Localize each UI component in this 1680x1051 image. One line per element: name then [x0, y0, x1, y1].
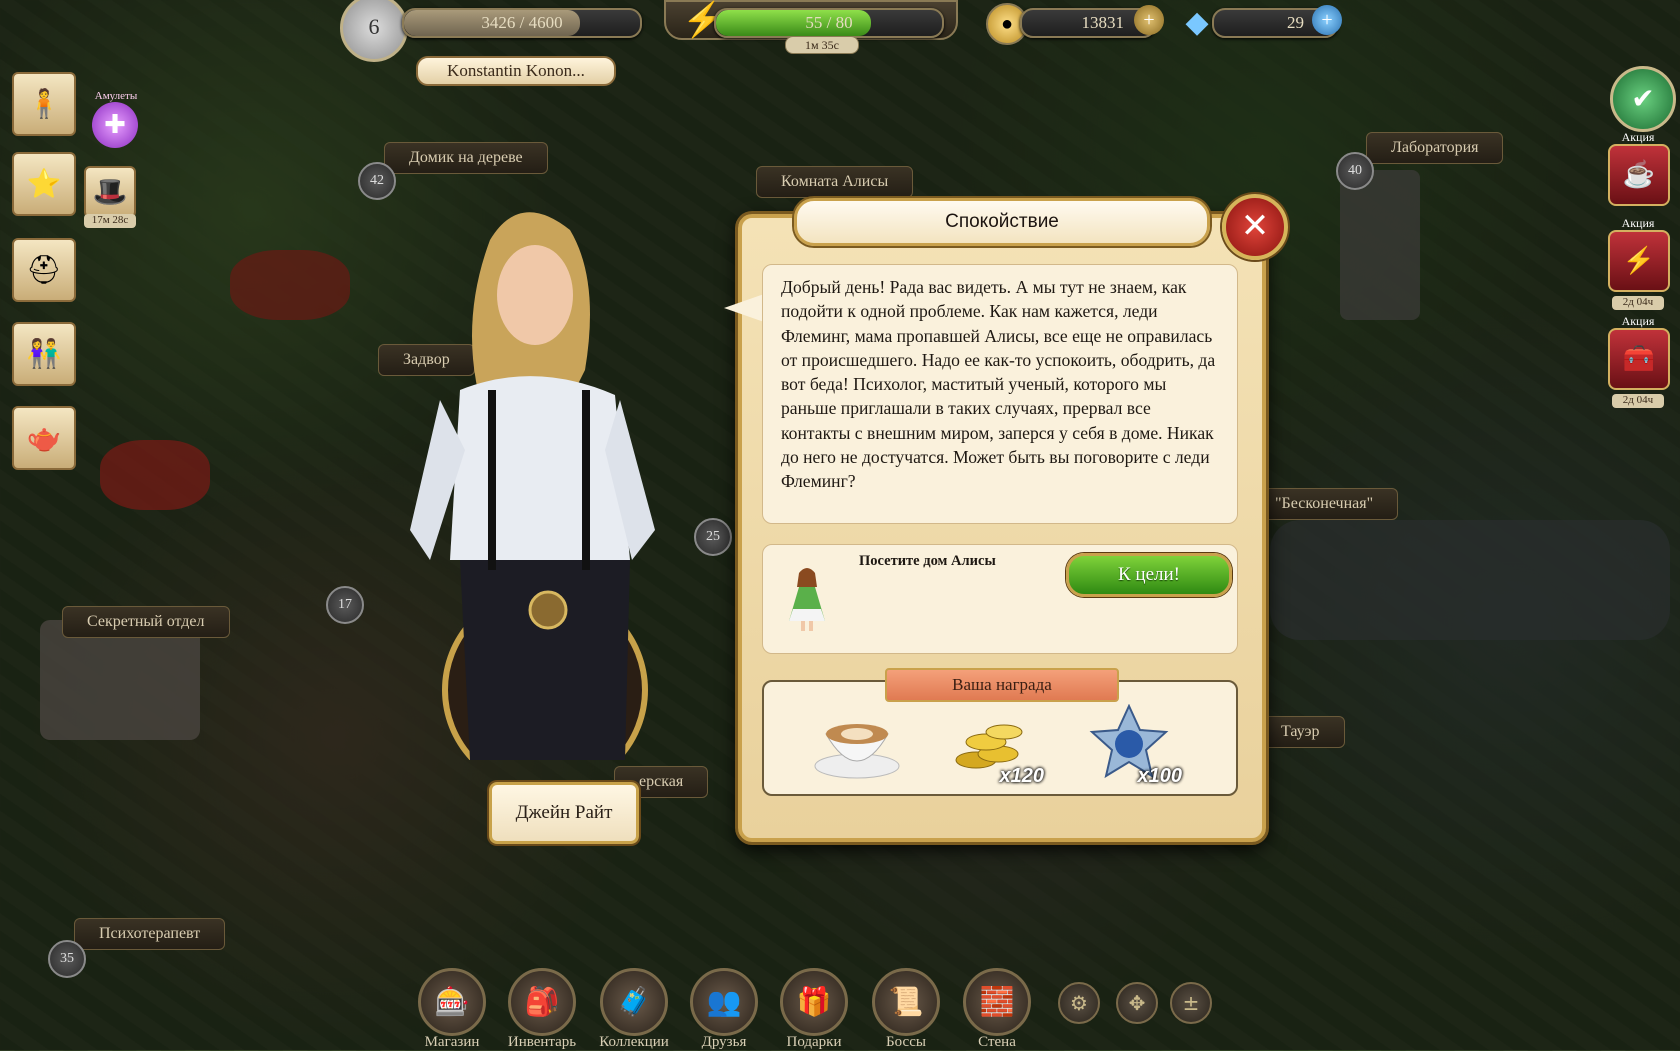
quest-helmet-button[interactable]: ⛑ — [12, 238, 76, 302]
player-name[interactable]: Konstantin Konon... — [416, 56, 616, 86]
bottom-wall[interactable]: 🧱 Стена — [957, 968, 1037, 1051]
bottom-collections-label: Коллекции — [599, 1034, 669, 1050]
close-icon: ✕ — [1240, 206, 1270, 246]
reward-qty-coins: x120 — [999, 765, 1045, 787]
wanted-poster-icon: 📜 — [872, 968, 940, 1036]
xp-text: 3426 / 4600 — [481, 13, 563, 32]
location-laboratory[interactable]: Лаборатория — [1366, 132, 1504, 164]
helmet-icon: ⛑ — [26, 255, 62, 286]
treasure-chest-icon: 🧰 — [1622, 344, 1656, 373]
location-level-25: 25 — [694, 518, 732, 556]
bottom-shop-label: Магазин — [424, 1034, 480, 1050]
railway-area — [1270, 520, 1670, 640]
water-tower — [1340, 170, 1420, 320]
star-icon: ⭐ — [26, 169, 62, 200]
zoom-icon: ± — [1182, 991, 1200, 1015]
fullscreen-button[interactable]: ✥ — [1116, 982, 1158, 1024]
zoom-button[interactable]: ± — [1170, 982, 1212, 1024]
reward-item-xp: x100 — [1084, 703, 1182, 787]
xp-bar: 3426 / 4600 — [402, 8, 642, 38]
teapot-icon: 🫖 — [26, 423, 62, 454]
coffee-cup-icon — [814, 724, 900, 779]
quest-timer: 17м 28с — [84, 214, 136, 228]
bottom-inventory[interactable]: 🎒 Инвентарь — [502, 968, 582, 1051]
flower-bed — [230, 250, 350, 320]
energy-timer: 1м 35с — [785, 36, 859, 54]
bottom-gifts[interactable]: 🎁 Подарки — [774, 968, 854, 1051]
fullscreen-icon: ✥ — [1128, 991, 1146, 1015]
hat-icon: 🎩 — [92, 177, 128, 208]
coffee-icon: ☕ — [1622, 160, 1656, 189]
quest-star-button[interactable]: ⭐ — [12, 152, 76, 216]
doll-icon — [789, 568, 825, 631]
gem-icon: ◆ — [1185, 5, 1209, 39]
bottom-collections[interactable]: 🧳 Коллекции — [594, 968, 674, 1051]
close-button[interactable]: ✕ — [1222, 194, 1288, 260]
energy-text: 55 / 80 — [805, 13, 853, 32]
gift-icon: 🎁 — [780, 968, 848, 1036]
location-level-40: 40 — [1336, 152, 1374, 190]
character-name: Джейн Райт — [489, 782, 639, 844]
flower-bed — [100, 440, 210, 510]
settings-button[interactable]: ⚙ — [1058, 982, 1100, 1024]
energy-bar: 55 / 80 — [714, 8, 944, 38]
reward-qty-xp: x100 — [1137, 765, 1183, 787]
brick-wall-icon: 🧱 — [963, 968, 1031, 1036]
quest-doll-button[interactable]: 🧍 — [12, 72, 76, 136]
bottom-shop[interactable]: 🎰 Магазин — [412, 968, 492, 1051]
doll-icon: 🧍 — [26, 89, 62, 120]
bottom-friends[interactable]: 👥 Друзья — [684, 968, 764, 1051]
bottom-friends-label: Друзья — [701, 1034, 747, 1050]
checkmark-icon[interactable]: ✔ — [1610, 66, 1676, 132]
bottom-bosses[interactable]: 📜 Боссы — [866, 968, 946, 1051]
police-building — [40, 620, 200, 740]
amulets-label: Амулеты — [94, 90, 138, 102]
lightning-icon: ⚡ — [1622, 246, 1656, 275]
character-portrait — [410, 212, 655, 760]
bottom-inventory-label: Инвентарь — [507, 1034, 577, 1050]
location-tower[interactable]: Тауэр — [1256, 716, 1345, 748]
chest-icon: 🧳 — [600, 968, 668, 1036]
quest-task-panel: Посетите дом Алисы К цели! — [762, 544, 1238, 654]
task-description: Посетите дом Алисы — [859, 553, 996, 569]
location-level-35: 35 — [48, 940, 86, 978]
amulets-button[interactable]: ✚ — [92, 102, 138, 148]
bottom-bosses-label: Боссы — [886, 1034, 926, 1050]
promo-energy-button[interactable]: ⚡ — [1608, 230, 1670, 292]
promo-timer-2: 2д 04ч — [1612, 394, 1664, 408]
location-level-17: 17 — [326, 586, 364, 624]
speech-bubble-tail — [724, 294, 764, 322]
quest-hat-button[interactable]: 🎩 — [84, 166, 136, 218]
location-alice-room[interactable]: Комната Алисы — [756, 166, 914, 198]
couple-icon: 👫 — [26, 339, 62, 370]
promo-coffee-button[interactable]: ☕ — [1608, 144, 1670, 206]
go-to-goal-button[interactable]: К цели! — [1066, 553, 1232, 597]
reward-item-coffee — [812, 704, 902, 784]
quest-story-text: Добрый день! Рада вас видеть. А мы тут н… — [762, 264, 1238, 524]
dialog-title: Спокойствие — [794, 198, 1210, 246]
quest-couple-button[interactable]: 👫 — [12, 322, 76, 386]
add-coins-button[interactable]: + — [1134, 5, 1164, 35]
bottom-gifts-label: Подарки — [786, 1034, 842, 1050]
slot-machine-icon: 🎰 — [418, 968, 486, 1036]
gear-icon: ⚙ — [1070, 991, 1088, 1015]
location-level-42: 42 — [358, 162, 396, 200]
location-treehouse[interactable]: Домик на дереве — [384, 142, 548, 174]
backpack-icon: 🎒 — [508, 968, 576, 1036]
reward-item-coins: x120 — [946, 704, 1044, 787]
promo-chest-button[interactable]: 🧰 — [1608, 328, 1670, 390]
add-gems-button[interactable]: + — [1312, 5, 1342, 35]
promo-timer-1: 2д 04ч — [1612, 296, 1664, 310]
friends-icon: 👥 — [690, 968, 758, 1036]
reward-title: Ваша награда — [885, 668, 1119, 702]
location-endless[interactable]: "Бесконечная" — [1250, 488, 1399, 520]
location-psychotherapist[interactable]: Психотерапевт — [74, 918, 226, 950]
quest-teapot-button[interactable]: 🫖 — [12, 406, 76, 470]
location-secret-dept[interactable]: Секретный отдел — [62, 606, 230, 638]
bottom-wall-label: Стена — [978, 1034, 1016, 1050]
